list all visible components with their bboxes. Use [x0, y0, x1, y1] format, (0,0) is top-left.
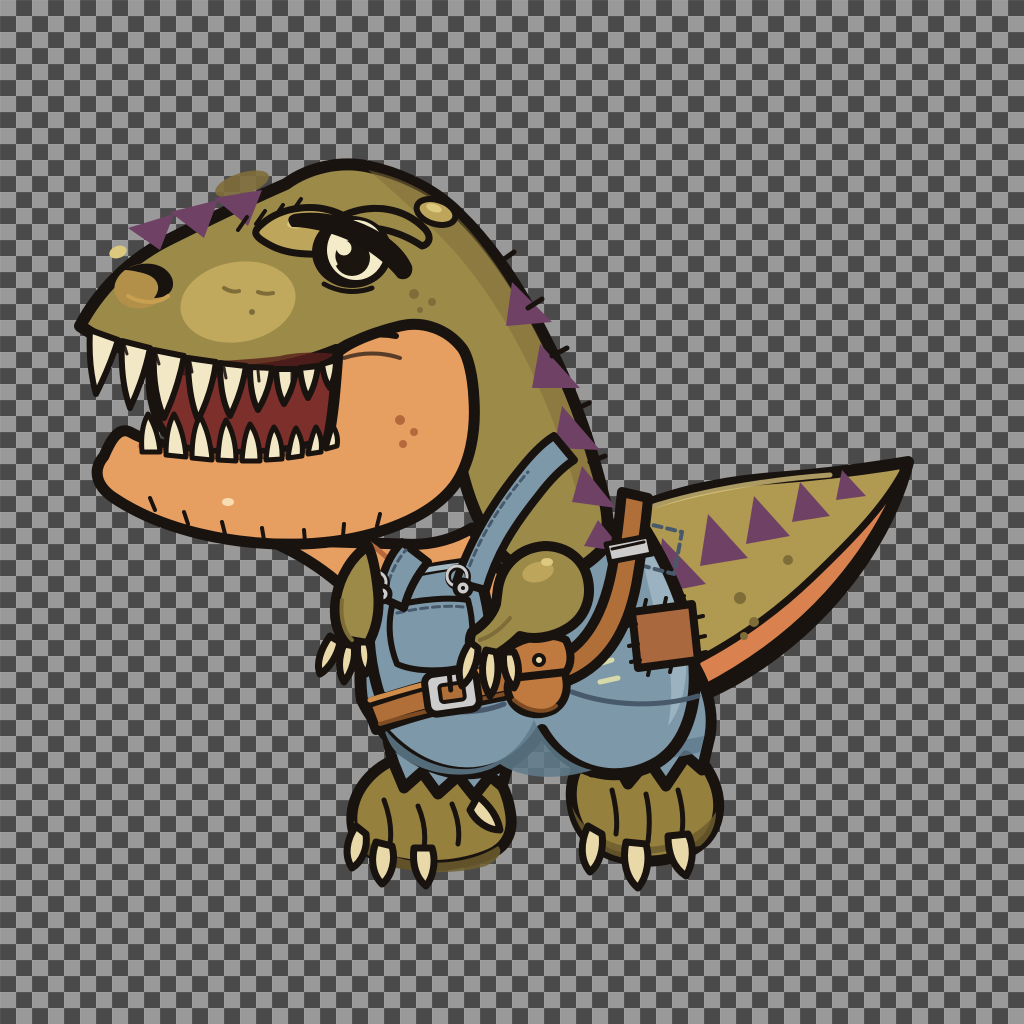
- trex-sticker-image: Angry cartoon T-Rex wearing patched deni…: [0, 0, 1024, 1024]
- trex-mouth: [90, 324, 475, 544]
- trex-illustration: Angry cartoon T-Rex wearing patched deni…: [0, 0, 1024, 1024]
- pouch-rivet: [534, 655, 544, 665]
- patch-brown: [627, 596, 706, 675]
